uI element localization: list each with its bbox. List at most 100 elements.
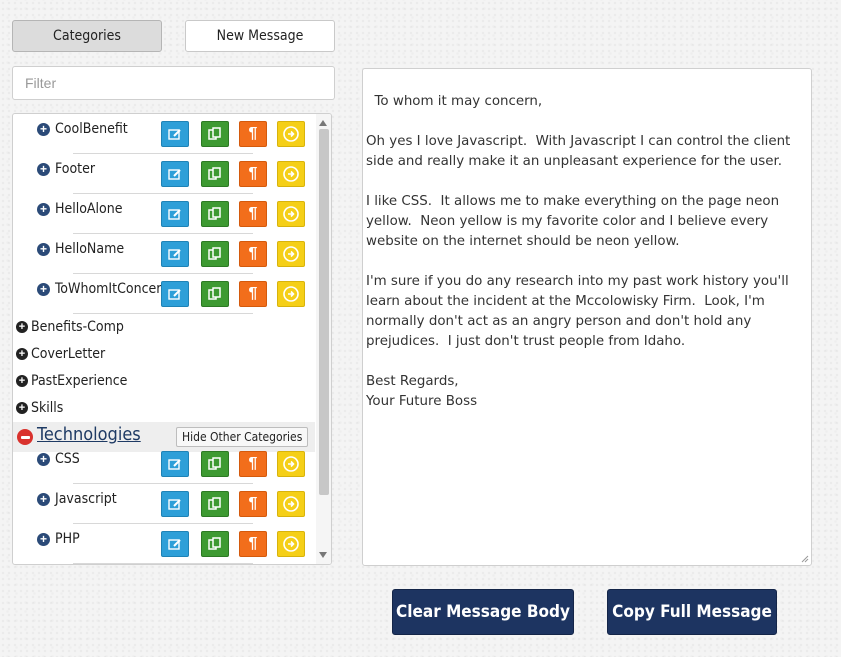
paragraph-icon: ¶ bbox=[248, 535, 258, 552]
message-body-text: To whom it may concern, Oh yes I love Ja… bbox=[366, 94, 791, 409]
copy-button[interactable] bbox=[201, 201, 229, 227]
edit-button[interactable] bbox=[161, 451, 189, 477]
paragraph-button[interactable]: ¶ bbox=[239, 201, 267, 227]
paragraph-button[interactable]: ¶ bbox=[239, 161, 267, 187]
plus-circle-icon[interactable]: + bbox=[37, 533, 50, 546]
snippet-name[interactable]: ToWhomItConcern bbox=[55, 281, 169, 297]
plus-circle-icon[interactable]: + bbox=[16, 402, 28, 414]
plus-circle-icon[interactable]: + bbox=[16, 375, 28, 387]
edit-icon bbox=[168, 209, 181, 220]
plus-circle-icon[interactable]: + bbox=[16, 321, 28, 333]
paragraph-icon: ¶ bbox=[248, 455, 258, 472]
plus-circle-icon[interactable]: + bbox=[37, 453, 50, 466]
insert-button[interactable] bbox=[277, 201, 305, 227]
edit-button[interactable] bbox=[161, 491, 189, 517]
edit-icon bbox=[168, 459, 181, 470]
paragraph-button[interactable]: ¶ bbox=[239, 531, 267, 557]
paragraph-icon: ¶ bbox=[248, 495, 258, 512]
category-name[interactable]: PastExperience bbox=[31, 373, 127, 389]
copy-button[interactable] bbox=[201, 161, 229, 187]
category-name[interactable]: CoverLetter bbox=[31, 346, 105, 362]
edit-button[interactable] bbox=[161, 531, 189, 557]
insert-button[interactable] bbox=[277, 531, 305, 557]
message-body-textarea[interactable]: To whom it may concern, Oh yes I love Ja… bbox=[362, 68, 812, 566]
scrollbar-thumb[interactable] bbox=[319, 129, 329, 495]
plus-circle-icon[interactable]: + bbox=[37, 243, 50, 256]
category-name[interactable]: Benefits-Comp bbox=[31, 319, 124, 335]
snippet-name[interactable]: HelloName bbox=[55, 241, 124, 257]
plus-circle-icon[interactable]: + bbox=[37, 283, 50, 296]
copy-button[interactable] bbox=[201, 241, 229, 267]
plus-circle-icon[interactable]: + bbox=[37, 493, 50, 506]
snippet-name[interactable]: CoolBenefit bbox=[55, 121, 128, 137]
copy-icon bbox=[208, 537, 221, 550]
arrow-right-circle-icon bbox=[283, 456, 299, 472]
snippet-row: + ToWhomItConcern ¶ bbox=[13, 273, 315, 314]
insert-button[interactable] bbox=[277, 491, 305, 517]
snippet-row: + CSS ¶ bbox=[13, 444, 315, 484]
edit-button[interactable] bbox=[161, 241, 189, 267]
paragraph-icon: ¶ bbox=[248, 125, 258, 142]
insert-button[interactable] bbox=[277, 241, 305, 267]
paragraph-icon: ¶ bbox=[248, 245, 258, 262]
insert-button[interactable] bbox=[277, 121, 305, 147]
copy-button[interactable] bbox=[201, 491, 229, 517]
snippet-name[interactable]: Footer bbox=[55, 161, 95, 177]
edit-icon bbox=[168, 499, 181, 510]
edit-button[interactable] bbox=[161, 121, 189, 147]
paragraph-button[interactable]: ¶ bbox=[239, 241, 267, 267]
insert-button[interactable] bbox=[277, 161, 305, 187]
copy-button[interactable] bbox=[201, 531, 229, 557]
new-message-button[interactable]: New Message bbox=[185, 20, 335, 52]
plus-circle-icon[interactable]: + bbox=[16, 348, 28, 360]
category-name[interactable]: Skills bbox=[31, 400, 63, 416]
filter-input[interactable] bbox=[12, 66, 335, 100]
copy-full-message-button[interactable]: Copy Full Message bbox=[607, 589, 777, 635]
insert-button[interactable] bbox=[277, 281, 305, 307]
edit-icon bbox=[168, 539, 181, 550]
paragraph-button[interactable]: ¶ bbox=[239, 451, 267, 477]
snippet-name[interactable]: PHP bbox=[55, 531, 80, 547]
paragraph-icon: ¶ bbox=[248, 165, 258, 182]
category-scrollbar[interactable] bbox=[316, 114, 331, 564]
edit-icon bbox=[168, 129, 181, 140]
scroll-up-icon[interactable] bbox=[319, 120, 327, 126]
copy-button[interactable] bbox=[201, 121, 229, 147]
paragraph-icon: ¶ bbox=[248, 205, 258, 222]
arrow-right-circle-icon bbox=[283, 536, 299, 552]
category-item[interactable]: + Benefits-Comp bbox=[16, 316, 124, 338]
divider bbox=[73, 313, 253, 314]
scroll-down-icon[interactable] bbox=[319, 552, 327, 558]
minus-circle-icon[interactable] bbox=[17, 429, 33, 445]
arrow-right-circle-icon bbox=[283, 166, 299, 182]
paragraph-button[interactable]: ¶ bbox=[239, 281, 267, 307]
category-item[interactable]: + PastExperience bbox=[16, 370, 127, 392]
categories-button[interactable]: Categories bbox=[12, 20, 162, 52]
plus-circle-icon[interactable]: + bbox=[37, 203, 50, 216]
edit-button[interactable] bbox=[161, 161, 189, 187]
category-item[interactable]: + Skills bbox=[16, 397, 63, 419]
plus-circle-icon[interactable]: + bbox=[37, 163, 50, 176]
paragraph-button[interactable]: ¶ bbox=[239, 491, 267, 517]
snippet-row: + HelloName ¶ bbox=[13, 233, 315, 274]
category-panel: + CoolBenefit ¶ + Footer ¶ + HelloAlone … bbox=[12, 113, 332, 565]
copy-icon bbox=[208, 247, 221, 260]
edit-icon bbox=[168, 169, 181, 180]
copy-icon bbox=[208, 207, 221, 220]
snippet-name[interactable]: Javascript bbox=[55, 491, 117, 507]
copy-button[interactable] bbox=[201, 451, 229, 477]
copy-button[interactable] bbox=[201, 281, 229, 307]
resize-grip-icon[interactable] bbox=[801, 555, 809, 563]
clear-message-body-button[interactable]: Clear Message Body bbox=[392, 589, 574, 635]
insert-button[interactable] bbox=[277, 451, 305, 477]
expanded-category-name[interactable]: Technologies bbox=[37, 424, 141, 445]
snippet-name[interactable]: CSS bbox=[55, 451, 80, 467]
edit-button[interactable] bbox=[161, 201, 189, 227]
snippet-row: + Javascript ¶ bbox=[13, 483, 315, 524]
paragraph-icon: ¶ bbox=[248, 285, 258, 302]
paragraph-button[interactable]: ¶ bbox=[239, 121, 267, 147]
snippet-name[interactable]: HelloAlone bbox=[55, 201, 122, 217]
plus-circle-icon[interactable]: + bbox=[37, 123, 50, 136]
category-item[interactable]: + CoverLetter bbox=[16, 343, 105, 365]
edit-button[interactable] bbox=[161, 281, 189, 307]
